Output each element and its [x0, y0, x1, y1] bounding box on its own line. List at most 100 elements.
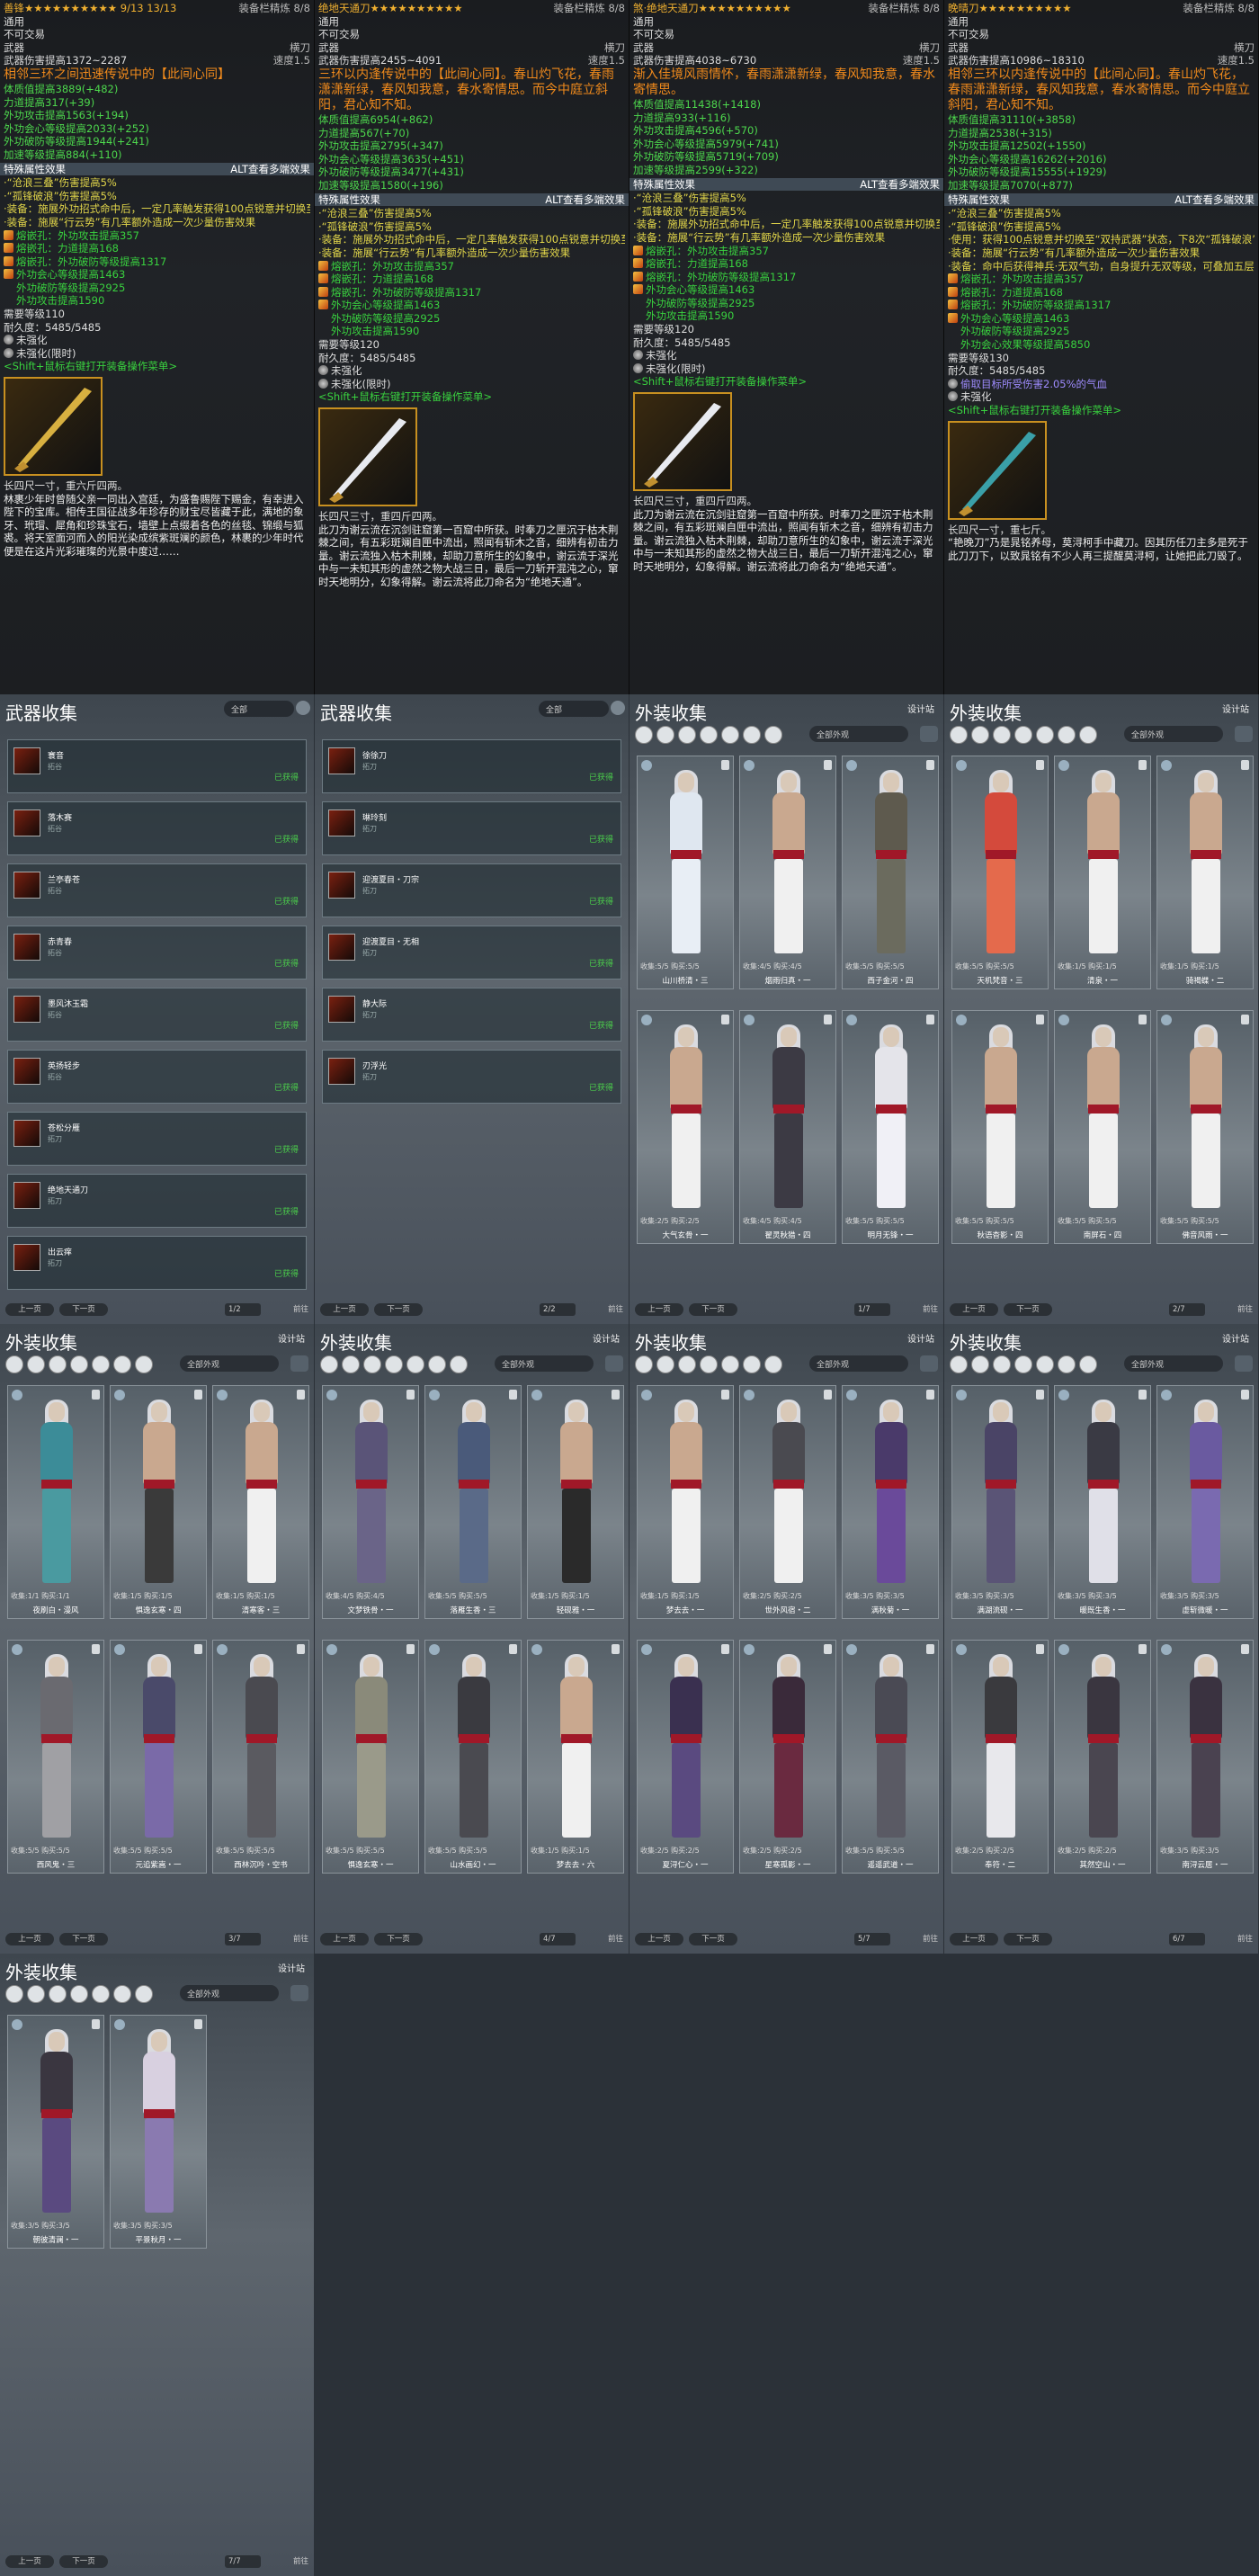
hair-icon[interactable] — [700, 1355, 718, 1373]
outfit-card[interactable]: 收集:1/5 购买:1/5 清寒客・三 — [212, 1385, 309, 1619]
all-icon[interactable] — [950, 725, 968, 744]
outfit-card[interactable]: 收集:1/5 购买:1/5 惧逸玄寒・四 — [110, 1385, 207, 1619]
outfit-card[interactable]: 收集:5/5 购买:5/5 山水画幻・一 — [424, 1640, 522, 1874]
filter-dropdown[interactable]: 全部 — [539, 701, 609, 717]
cape-icon[interactable] — [721, 725, 739, 744]
outfit-card[interactable]: 收集:5/5 购买:5/5 遥遥武道・一 — [842, 1640, 939, 1874]
outfit-card[interactable]: 收集:5/5 购买:5/5 山川桥清・三 — [637, 756, 734, 989]
list-view-icon[interactable] — [1235, 726, 1253, 742]
shield-icon[interactable] — [450, 1355, 468, 1373]
hair-icon[interactable] — [70, 1984, 88, 2003]
all-icon[interactable] — [5, 1984, 23, 2003]
go-page-button[interactable]: 前往 — [1237, 1303, 1253, 1316]
weapon-list-item[interactable]: 墨风沐玉霜 拓谷 已获得 — [7, 988, 307, 1042]
pendant-icon[interactable] — [113, 1355, 131, 1373]
outfit-card[interactable]: 收集:4/5 购买:4/5 翟灵秋猎・四 — [739, 1010, 836, 1244]
hair-icon[interactable] — [1014, 725, 1032, 744]
outfit-card[interactable]: 收集:2/5 购买:2/5 奉符・二 — [951, 1640, 1049, 1874]
weapon-list-item[interactable]: 寰音 拓谷 已获得 — [7, 739, 307, 793]
page-indicator[interactable]: 1/2 — [225, 1303, 261, 1316]
page-indicator[interactable]: 1/7 — [854, 1303, 890, 1316]
list-view-icon[interactable] — [920, 726, 938, 742]
weapon-list-item[interactable]: 迎渡夏目・无相 拓刀 已获得 — [322, 926, 621, 979]
robe-icon[interactable] — [678, 725, 696, 744]
all-icon[interactable] — [5, 1355, 23, 1373]
robe-icon[interactable] — [993, 725, 1011, 744]
weapon-list-item[interactable]: 英扬轻步 拓谷 已获得 — [7, 1050, 307, 1104]
weapon-list-item[interactable]: 兰亭春苍 拓谷 已获得 — [7, 863, 307, 917]
weapon-list-item[interactable]: 绝地天通刀 拓刀 已获得 — [7, 1174, 307, 1228]
pendant-icon[interactable] — [1058, 1355, 1076, 1373]
list-view-icon[interactable] — [290, 1985, 308, 2001]
list-view-icon[interactable] — [605, 1355, 623, 1372]
outfit-filter-dropdown[interactable]: 全部外观 — [180, 1355, 279, 1372]
outfit-filter-dropdown[interactable]: 全部外观 — [1124, 1355, 1223, 1372]
go-page-button[interactable]: 前往 — [1237, 1933, 1253, 1945]
filter-toggle-icon[interactable] — [611, 701, 625, 715]
outfit-card[interactable]: 收集:5/5 购买:5/5 南屏石・四 — [1054, 1010, 1151, 1244]
go-page-button[interactable]: 前往 — [923, 1303, 938, 1316]
go-page-button[interactable]: 前往 — [293, 2555, 308, 2568]
prev-page-button[interactable]: 上一页 — [635, 1303, 683, 1316]
filter-dropdown[interactable]: 全部 — [224, 701, 294, 717]
page-indicator[interactable]: 6/7 — [1169, 1933, 1205, 1945]
outfit-card[interactable]: 收集:1/5 购买:1/5 清泉・一 — [1054, 756, 1151, 989]
next-page-button[interactable]: 下一页 — [374, 1933, 423, 1945]
shield-icon[interactable] — [764, 1355, 782, 1373]
shield-icon[interactable] — [764, 725, 782, 744]
outfit-card[interactable]: 收集:1/5 购买:1/5 骑褐蝶・二 — [1156, 756, 1254, 989]
outfit-card[interactable]: 收集:3/5 购买:3/5 平景秋月・一 — [110, 2015, 207, 2249]
outfit-card[interactable]: 收集:2/5 购买:2/5 星寒孤影・一 — [739, 1640, 836, 1874]
go-page-button[interactable]: 前往 — [608, 1933, 623, 1945]
design-station-button[interactable]: 设计站 — [278, 1961, 305, 1974]
next-page-button[interactable]: 下一页 — [59, 2555, 108, 2568]
robe-icon[interactable] — [363, 1355, 381, 1373]
outfit-card[interactable]: 收集:3/5 购买:3/5 虚斩微暖・一 — [1156, 1385, 1254, 1619]
weapon-list-item[interactable]: 徐徐刀 拓刀 已获得 — [322, 739, 621, 793]
weapon-list-item[interactable]: 落木赛 拓谷 已获得 — [7, 801, 307, 855]
outfit-card[interactable]: 收集:5/5 购买:5/5 秋语杳影・四 — [951, 1010, 1049, 1244]
hat-icon[interactable] — [27, 1984, 45, 2003]
weapon-list-item[interactable]: 苍松分雁 拓刀 已获得 — [7, 1112, 307, 1166]
cape-icon[interactable] — [92, 1984, 110, 2003]
go-page-button[interactable]: 前往 — [608, 1303, 623, 1316]
shield-icon[interactable] — [135, 1984, 153, 2003]
outfit-card[interactable]: 收集:5/5 购买:5/5 惧逸玄寒・一 — [322, 1640, 419, 1874]
filter-toggle-icon[interactable] — [296, 701, 310, 715]
outfit-card[interactable]: 收集:2/5 购买:2/5 夏浔仁心・一 — [637, 1640, 734, 1874]
outfit-card[interactable]: 收集:4/5 购买:4/5 文梦铁骨・一 — [322, 1385, 419, 1619]
next-page-button[interactable]: 下一页 — [59, 1933, 108, 1945]
hat-icon[interactable] — [342, 1355, 360, 1373]
outfit-card[interactable]: 收集:5/5 购买:5/5 西林沉吟・空书 — [212, 1640, 309, 1874]
outfit-card[interactable]: 收集:4/5 购买:4/5 烟雨归真・一 — [739, 756, 836, 989]
weapon-list-item[interactable]: 刃浮光 拓刀 已获得 — [322, 1050, 621, 1104]
page-indicator[interactable]: 4/7 — [540, 1933, 576, 1945]
robe-icon[interactable] — [49, 1355, 67, 1373]
page-indicator[interactable]: 3/7 — [225, 1933, 261, 1945]
page-indicator[interactable]: 7/7 — [225, 2555, 261, 2568]
prev-page-button[interactable]: 上一页 — [950, 1933, 998, 1945]
hat-icon[interactable] — [656, 725, 674, 744]
next-page-button[interactable]: 下一页 — [689, 1303, 737, 1316]
prev-page-button[interactable]: 上一页 — [5, 2555, 54, 2568]
all-icon[interactable] — [320, 1355, 338, 1373]
cape-icon[interactable] — [1036, 1355, 1054, 1373]
prev-page-button[interactable]: 上一页 — [950, 1303, 998, 1316]
prev-page-button[interactable]: 上一页 — [5, 1303, 54, 1316]
hat-icon[interactable] — [656, 1355, 674, 1373]
outfit-card[interactable]: 收集:1/5 购买:1/5 轻砚雅・一 — [527, 1385, 624, 1619]
go-page-button[interactable]: 前往 — [923, 1933, 938, 1945]
weapon-list-item[interactable]: 静大际 拓刀 已获得 — [322, 988, 621, 1042]
outfit-filter-dropdown[interactable]: 全部外观 — [495, 1355, 594, 1372]
page-indicator[interactable]: 5/7 — [854, 1933, 890, 1945]
go-page-button[interactable]: 前往 — [293, 1303, 308, 1316]
list-view-icon[interactable] — [920, 1355, 938, 1372]
pendant-icon[interactable] — [1058, 725, 1076, 744]
outfit-filter-dropdown[interactable]: 全部外观 — [180, 1985, 279, 2001]
robe-icon[interactable] — [678, 1355, 696, 1373]
outfit-card[interactable]: 收集:1/5 购买:1/5 梦去去・六 — [527, 1640, 624, 1874]
all-icon[interactable] — [950, 1355, 968, 1373]
outfit-card[interactable]: 收集:2/5 购买:2/5 其然空山・一 — [1054, 1640, 1151, 1874]
cape-icon[interactable] — [92, 1355, 110, 1373]
design-station-button[interactable]: 设计站 — [593, 1331, 620, 1345]
